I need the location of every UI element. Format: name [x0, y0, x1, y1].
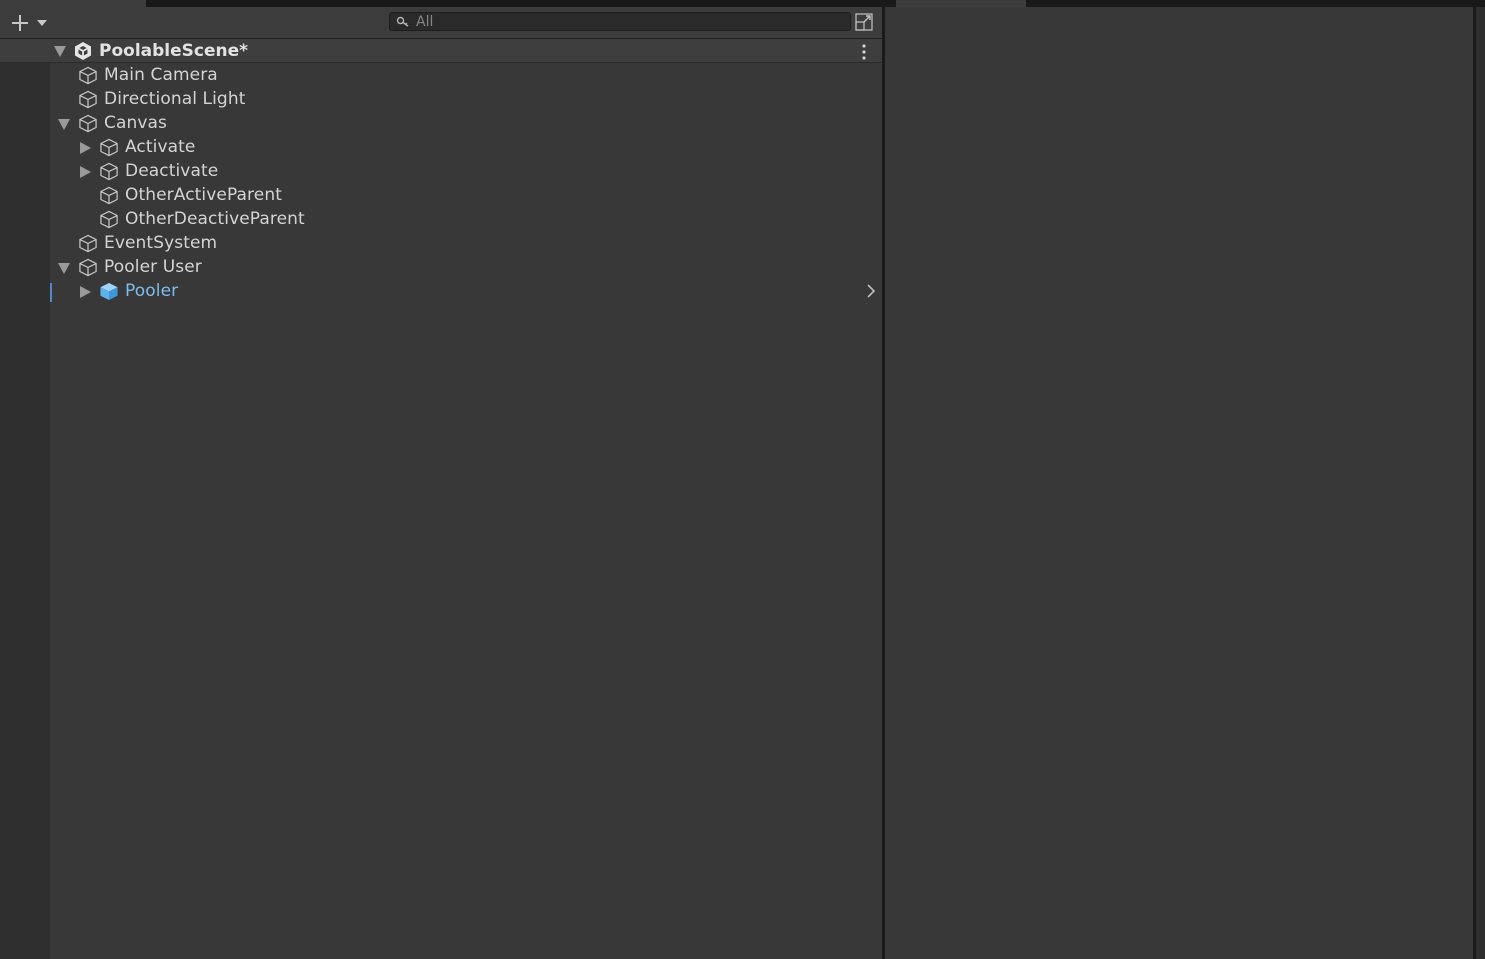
unity-logo-icon: [75, 42, 91, 60]
foldout-expanded-icon[interactable]: [58, 262, 70, 274]
search-field[interactable]: [389, 12, 851, 31]
gameobject-cube-icon: [79, 258, 97, 277]
plus-icon: [12, 15, 28, 31]
gameobject-cube-icon: [100, 210, 118, 229]
hierarchy-item-directional-light[interactable]: Directional Light: [0, 87, 882, 111]
expand-window-button[interactable]: [853, 12, 875, 32]
hierarchy-item-otheractiveparent[interactable]: OtherActiveParent: [0, 183, 882, 207]
caret-down-icon: [37, 20, 47, 26]
hierarchy-item-label: Activate: [125, 137, 196, 157]
chevron-right-icon: [867, 284, 876, 298]
gameobject-cube-icon: [79, 234, 97, 253]
foldout-collapsed-icon[interactable]: [79, 286, 91, 298]
hierarchy-item-label: EventSystem: [104, 233, 218, 253]
prefab-cube-icon: [100, 282, 118, 301]
search-icon: [396, 16, 409, 27]
hierarchy-item-pooler-user[interactable]: Pooler User: [0, 255, 882, 279]
hierarchy-item-label: Deactivate: [125, 161, 219, 181]
selection-marker: [50, 283, 52, 302]
hierarchy-item-label: Canvas: [104, 113, 167, 133]
search-input[interactable]: [416, 13, 836, 30]
gameobject-cube-icon: [100, 186, 118, 205]
hierarchy-item-label: Pooler: [125, 281, 179, 301]
hierarchy-item-label: Pooler User: [104, 257, 202, 277]
window-tab-strip: [0, 0, 1485, 7]
scrollbar-track[interactable]: [1476, 7, 1485, 959]
hierarchy-item-deactivate[interactable]: Deactivate: [0, 159, 882, 183]
hierarchy-item-otherdeactiveparent[interactable]: OtherDeactiveParent: [0, 207, 882, 231]
hierarchy-item-main-camera[interactable]: Main Camera: [0, 63, 882, 87]
hierarchy-item-label: OtherActiveParent: [125, 185, 282, 205]
gameobject-cube-icon: [100, 162, 118, 181]
hierarchy-item-canvas[interactable]: Canvas: [0, 111, 882, 135]
gameobject-cube-icon: [79, 66, 97, 85]
gameobject-cube-icon: [100, 138, 118, 157]
hierarchy-panel: PoolableScene* Main Camera Directional Li…: [0, 7, 882, 959]
expand-window-icon: [855, 13, 873, 31]
scene-menu-button[interactable]: [855, 43, 873, 61]
hierarchy-item-pooler[interactable]: Pooler: [0, 279, 882, 303]
hierarchy-item-label: Directional Light: [104, 89, 246, 109]
hierarchy-item-label: Main Camera: [104, 65, 218, 85]
vertical-ellipsis-icon: [862, 44, 866, 60]
hierarchy-item-eventsystem[interactable]: EventSystem: [0, 231, 882, 255]
inspector-tab[interactable]: [896, 0, 1026, 7]
gameobject-cube-icon: [79, 90, 97, 109]
inspector-panel: [885, 7, 1473, 959]
hierarchy-item-label: OtherDeactiveParent: [125, 209, 305, 229]
foldout-collapsed-icon[interactable]: [79, 166, 91, 178]
foldout-expanded-icon[interactable]: [58, 118, 70, 130]
scene-name: PoolableScene*: [99, 41, 249, 61]
gameobject-cube-icon: [79, 114, 97, 133]
hierarchy-toolbar: [0, 7, 882, 39]
scene-header-row[interactable]: PoolableScene*: [0, 39, 882, 63]
foldout-expanded-icon[interactable]: [54, 46, 66, 57]
open-prefab-button[interactable]: [862, 282, 880, 300]
create-menu-button[interactable]: [8, 11, 52, 33]
hierarchy-tab[interactable]: [0, 0, 146, 7]
foldout-collapsed-icon[interactable]: [79, 142, 91, 154]
hierarchy-item-activate[interactable]: Activate: [0, 135, 882, 159]
